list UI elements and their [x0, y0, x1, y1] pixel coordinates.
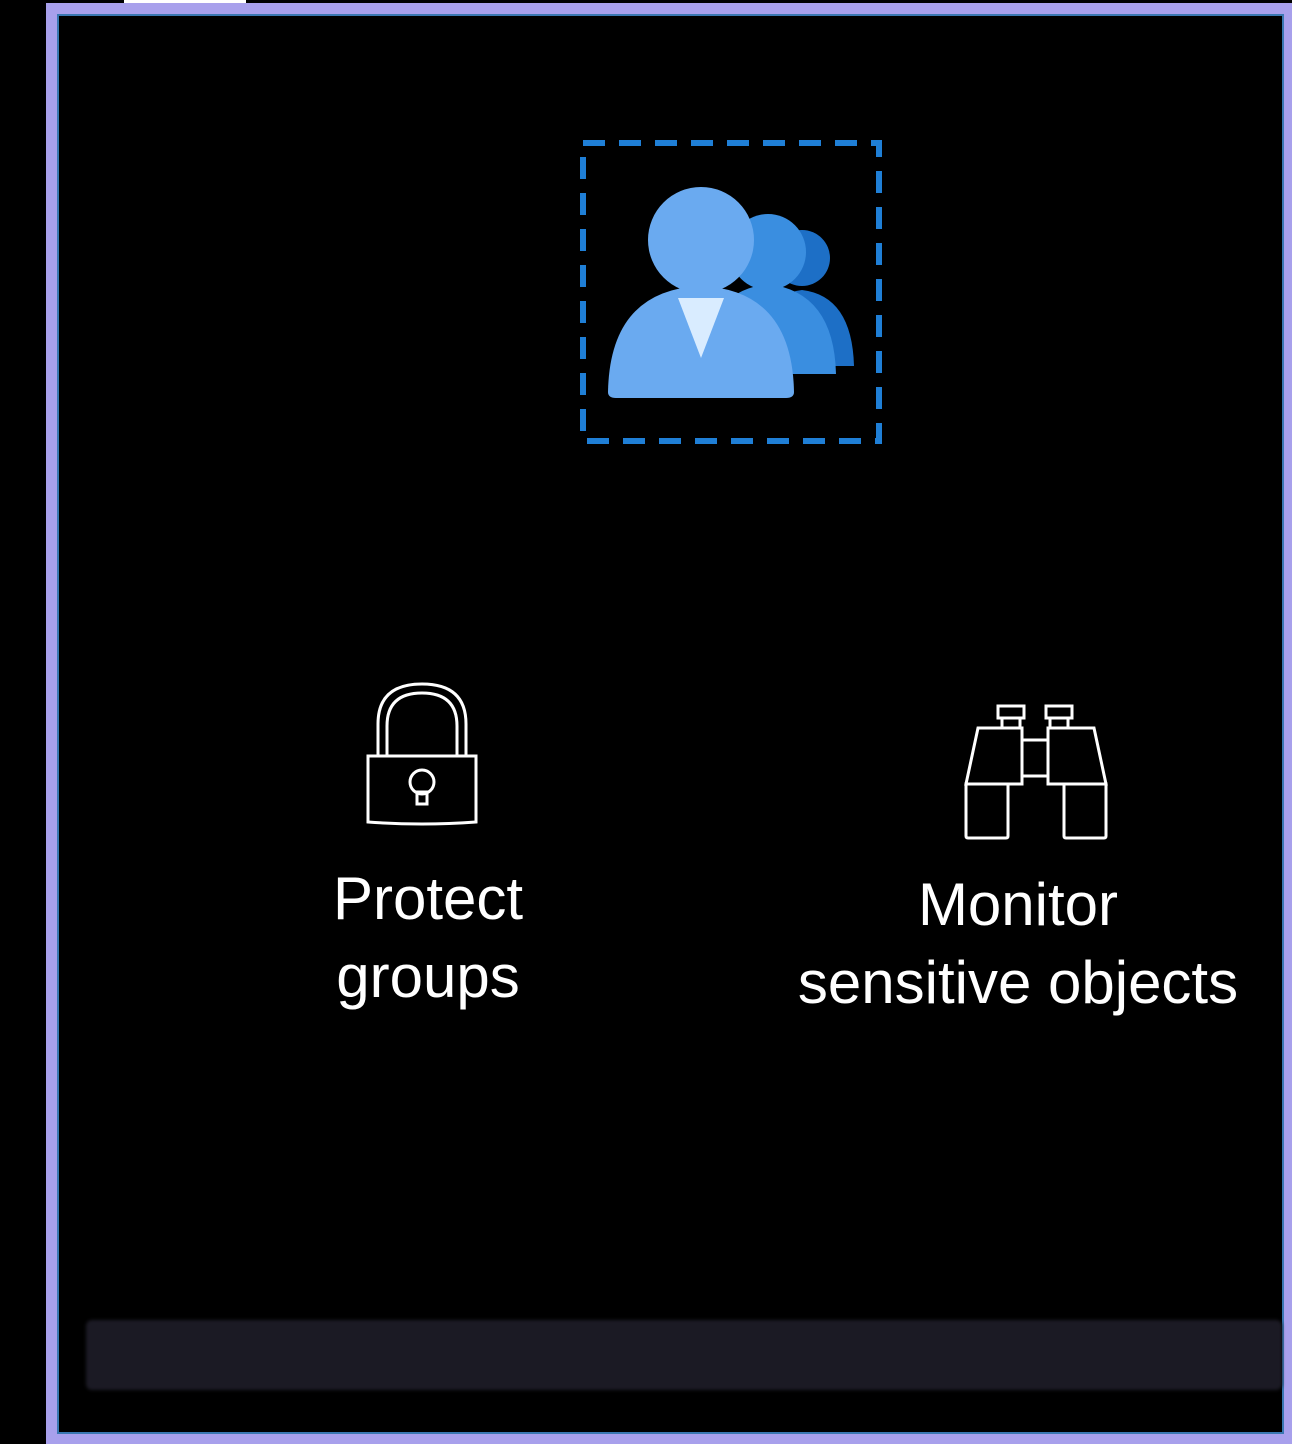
monitor-sensitive-objects-label: Monitor sensitive objects [770, 866, 1266, 1022]
padlock-icon [362, 678, 482, 830]
protect-groups-label: Protect groups [268, 860, 588, 1016]
monitor-label-line-2: sensitive objects [797, 949, 1239, 1016]
monitor-label-line-1: Monitor [917, 871, 1119, 938]
protect-groups-label-line-1: Protect [332, 865, 524, 932]
bottom-bar [86, 1320, 1282, 1390]
user-group-icon [580, 140, 882, 444]
binoculars-icon [962, 702, 1110, 842]
user-group-selection[interactable] [580, 140, 882, 444]
protect-groups-label-line-2: groups [336, 943, 520, 1010]
